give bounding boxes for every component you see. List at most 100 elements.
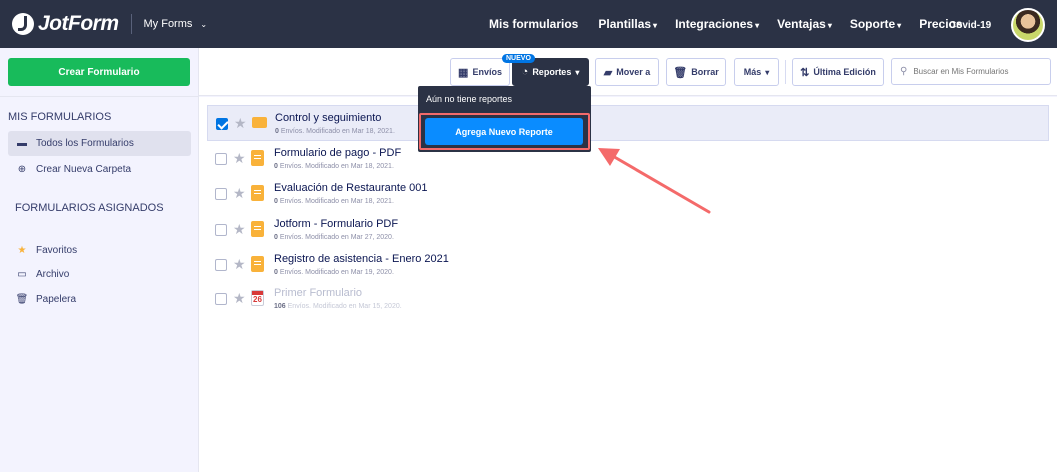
form-icon — [251, 221, 264, 237]
top-navbar: JotForm My Forms ⌄ Mis formularios Plant… — [0, 0, 1057, 48]
nav-covid[interactable]: Covid-19 — [949, 20, 991, 31]
folder-icon: ▬ — [17, 138, 27, 149]
form-meta: 0 Envíos. Modificado en Mar 18, 2021. — [274, 198, 394, 205]
search-input[interactable] — [913, 67, 1044, 76]
chevron-down-icon: ⌄ — [200, 19, 208, 29]
brand-name: JotForm — [38, 12, 119, 35]
star-icon[interactable]: ★ — [233, 150, 246, 167]
star-icon: ★ — [17, 245, 27, 256]
row-checkbox[interactable] — [215, 188, 227, 200]
nav-integraciones[interactable]: Integraciones ▾ — [675, 17, 759, 31]
caret-down-icon: ▾ — [755, 21, 760, 30]
sidebar: Crear Formulario MIS FORMULARIOS ▬ Todos… — [0, 48, 199, 472]
caret-down-icon: ▾ — [897, 21, 902, 30]
my-forms-label: My Forms — [143, 18, 193, 30]
form-meta: 0 Envíos. Modificado en Mar 18, 2021. — [274, 163, 394, 170]
form-title[interactable]: Control y seguimiento — [275, 112, 381, 124]
form-row[interactable]: ★ Control y seguimiento 0 Envíos. Modifi… — [207, 105, 1049, 141]
form-row[interactable]: ★ Registro de asistencia - Enero 2021 0 … — [207, 247, 1049, 283]
nav-plantillas[interactable]: Plantillas ▾ — [598, 17, 657, 31]
form-title[interactable]: Formulario de pago - PDF — [274, 147, 401, 159]
grid-icon: ▦ — [458, 66, 469, 79]
plus-circle-icon: ⊕ — [17, 164, 27, 175]
main-nav: Mis formularios Plantillas ▾ Integracione… — [489, 0, 983, 48]
envios-label: Envíos — [472, 67, 502, 77]
pie-chart-icon: ◔ — [521, 66, 529, 78]
sidebar-item-all-forms[interactable]: ▬ Todos los Formularios — [8, 131, 191, 156]
move-to-label: Mover a — [616, 67, 651, 77]
header-divider — [130, 14, 132, 34]
form-icon — [251, 150, 264, 166]
sort-icon: ⇅ — [800, 66, 810, 79]
row-checkbox[interactable] — [216, 118, 228, 130]
form-icon — [252, 117, 267, 128]
delete-button[interactable]: 🗑 Borrar — [666, 58, 726, 86]
caret-down-icon: ▾ — [827, 21, 832, 30]
add-new-report-button[interactable]: Agrega Nuevo Reporte — [425, 118, 583, 145]
search-box[interactable]: ⚲ — [891, 58, 1051, 85]
form-title[interactable]: Registro de asistencia - Enero 2021 — [274, 253, 449, 265]
nav-soporte[interactable]: Soporte ▾ — [850, 17, 901, 31]
sort-last-edit-button[interactable]: ⇅ Última Edición — [792, 58, 884, 86]
star-icon[interactable]: ★ — [233, 185, 246, 202]
row-checkbox[interactable] — [215, 153, 227, 165]
sidebar-item-new-folder[interactable]: ⊕ Crear Nueva Carpeta — [8, 157, 191, 182]
form-title[interactable]: Jotform - Formulario PDF — [274, 218, 398, 230]
form-meta: 0 Envíos. Modificado en Mar 19, 2020. — [274, 269, 394, 276]
sidebar-item-label: Archivo — [36, 269, 70, 280]
form-meta: 0 Envíos. Modificado en Mar 18, 2021. — [275, 128, 395, 135]
form-icon — [251, 256, 264, 272]
sort-label: Última Edición — [813, 67, 876, 77]
folder-move-icon: ▰ — [603, 66, 613, 79]
form-meta: 0 Envíos. Modificado en Mar 27, 2020. — [274, 234, 394, 241]
archive-icon: ▭ — [17, 269, 27, 280]
search-icon: ⚲ — [900, 66, 908, 77]
trash-icon: 🗑 — [673, 66, 688, 79]
nav-ventajas[interactable]: Ventajas ▾ — [777, 17, 832, 31]
sidebar-item-trash[interactable]: 🗑 Papelera — [8, 287, 191, 312]
jotform-logo[interactable]: JotForm — [12, 12, 119, 36]
delete-label: Borrar — [691, 67, 719, 77]
create-form-button[interactable]: Crear Formulario — [8, 58, 190, 86]
sidebar-divider — [0, 96, 199, 97]
form-title[interactable]: Evaluación de Restaurante 001 — [274, 182, 428, 194]
caret-down-icon: ▾ — [765, 67, 770, 77]
envios-button[interactable]: ▦ Envíos — [450, 58, 510, 86]
new-badge: NUEVO — [502, 54, 535, 63]
sidebar-item-label: Crear Nueva Carpeta — [36, 164, 132, 175]
toolbar-divider — [785, 60, 786, 84]
trash-icon: 🗑 — [15, 294, 29, 305]
form-title[interactable]: Primer Formulario — [274, 287, 362, 299]
star-icon[interactable]: ★ — [233, 221, 246, 238]
form-row[interactable]: ★ Evaluación de Restaurante 001 0 Envíos… — [207, 176, 1049, 212]
sidebar-item-archive[interactable]: ▭ Archivo — [8, 262, 191, 287]
sidebar-item-favorites[interactable]: ★ Favoritos — [8, 238, 191, 263]
my-forms-menu[interactable]: My Forms ⌄ — [144, 18, 208, 30]
sidebar-heading-mine: MIS FORMULARIOS — [8, 111, 112, 123]
caret-down-icon: ▾ — [653, 21, 658, 30]
sidebar-item-label: Todos los Formularios — [36, 138, 134, 149]
reportes-label: Reportes — [532, 67, 572, 77]
nav-mis-formularios[interactable]: Mis formularios — [489, 17, 580, 31]
form-icon — [251, 185, 264, 201]
row-checkbox[interactable] — [215, 259, 227, 271]
more-label: Más — [743, 67, 762, 77]
sidebar-heading-assigned: FORMULARIOS ASIGNADOS — [15, 202, 164, 214]
more-button[interactable]: Más ▾ — [734, 58, 779, 86]
row-checkbox[interactable] — [215, 224, 227, 236]
form-meta: 106 Envíos. Modificado en Mar 15, 2020. — [274, 303, 402, 310]
form-row[interactable]: ★ Jotform - Formulario PDF 0 Envíos. Mod… — [207, 212, 1049, 248]
star-icon[interactable]: ★ — [234, 115, 247, 132]
star-icon[interactable]: ★ — [233, 256, 246, 273]
form-row[interactable]: ★ 26 Primer Formulario 106 Envíos. Modif… — [207, 281, 1049, 317]
no-reports-message: Aún no tiene reportes — [426, 94, 513, 104]
user-avatar[interactable] — [1011, 8, 1045, 42]
calendar-icon: 26 — [251, 290, 264, 306]
row-checkbox[interactable] — [215, 293, 227, 305]
sidebar-item-label: Papelera — [36, 294, 77, 305]
star-icon[interactable]: ★ — [233, 290, 246, 307]
jotform-logo-icon — [12, 13, 34, 35]
form-row[interactable]: ★ Formulario de pago - PDF 0 Envíos. Mod… — [207, 141, 1049, 177]
move-to-button[interactable]: ▰ Mover a — [595, 58, 659, 86]
sidebar-item-label: Favoritos — [36, 245, 78, 256]
